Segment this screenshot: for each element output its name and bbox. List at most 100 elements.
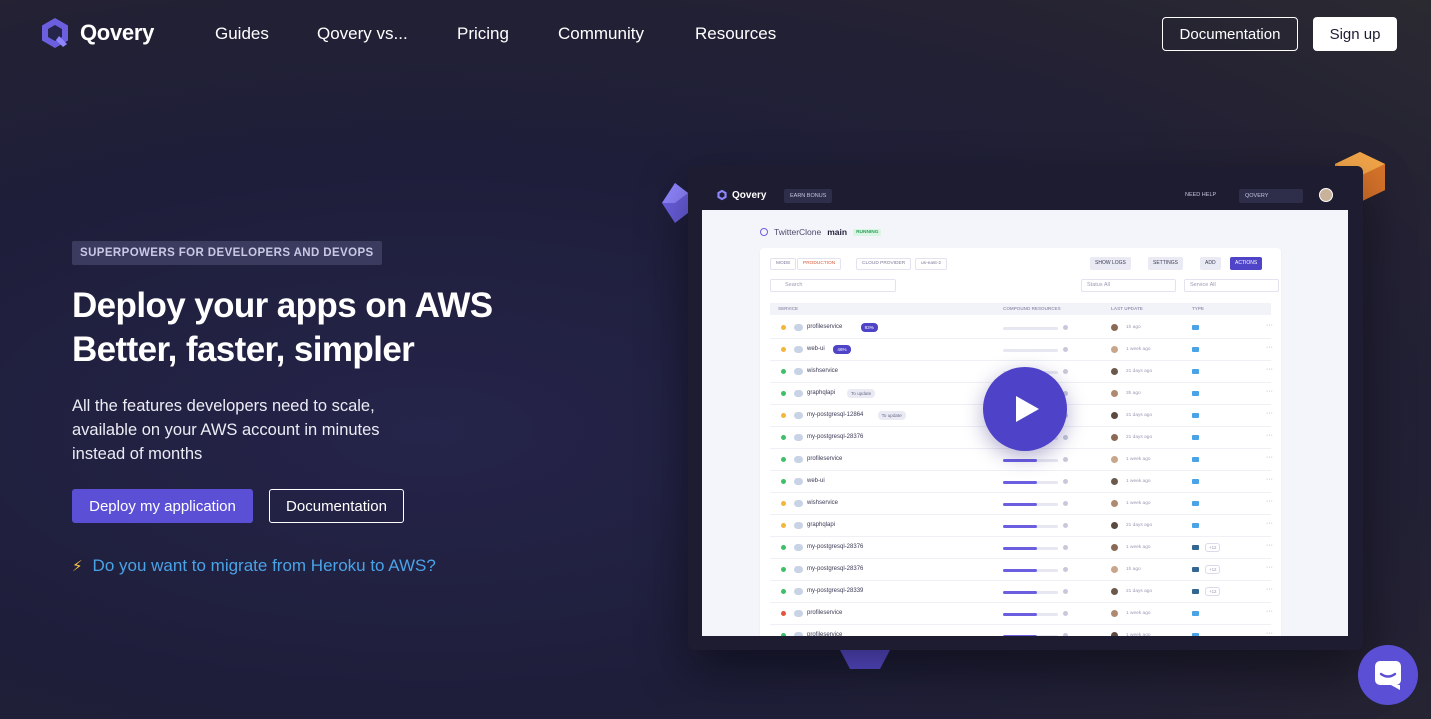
- status-dot: [781, 611, 786, 616]
- service-name: wishservice: [807, 368, 839, 374]
- user-avatar: [1111, 368, 1118, 375]
- last-update-text: 1 week ago: [1126, 633, 1151, 636]
- service-name: profileservice: [807, 456, 843, 462]
- last-update-text: 1 week ago: [1126, 545, 1151, 550]
- migrate-heroku-link[interactable]: Do you want to migrate from Heroku to AW…: [93, 556, 436, 576]
- resource-bar-fill: [1003, 503, 1038, 506]
- signup-button[interactable]: Sign up: [1313, 17, 1397, 51]
- more-options-icon: ···: [1266, 564, 1273, 571]
- service-icon: [794, 632, 803, 636]
- service-icon: [794, 456, 803, 463]
- chat-widget-button[interactable]: [1358, 645, 1418, 705]
- extra-count-badge: +12: [1205, 565, 1221, 574]
- user-avatar: [1111, 610, 1118, 617]
- nav-link-qovery-vs[interactable]: Qovery vs...: [317, 24, 408, 44]
- service-icon: [794, 566, 803, 573]
- documentation-button[interactable]: Documentation: [269, 489, 404, 523]
- service-row: profileservice 93% 1h ago ···: [770, 317, 1273, 339]
- subtitle-line-3: instead of months: [72, 445, 203, 463]
- add-button: ADD: [1200, 257, 1221, 270]
- info-icon: [1063, 611, 1068, 616]
- more-options-icon: ···: [1266, 432, 1273, 439]
- user-avatar: [1111, 324, 1118, 331]
- breadcrumb-home-icon: [760, 228, 768, 236]
- info-icon: [1063, 479, 1068, 484]
- more-options-icon: ···: [1266, 454, 1273, 461]
- user-avatar: [1111, 500, 1118, 507]
- col-type: TYPE: [1192, 306, 1204, 311]
- service-type-icon: [1192, 391, 1199, 396]
- status-dot: [781, 545, 786, 550]
- info-icon: [1063, 589, 1068, 594]
- more-options-icon: ···: [1266, 388, 1273, 395]
- more-options-icon: ···: [1266, 410, 1273, 417]
- status-dot: [781, 325, 786, 330]
- service-row: profileservice 1 week ago ···: [770, 603, 1273, 625]
- running-status-badge: RUNNING: [853, 228, 882, 236]
- documentation-nav-button[interactable]: Documentation: [1162, 17, 1298, 51]
- nav-link-community[interactable]: Community: [558, 24, 644, 44]
- nav-link-resources[interactable]: Resources: [695, 24, 776, 44]
- last-update-text: 1 week ago: [1126, 501, 1151, 506]
- status-dot: [781, 457, 786, 462]
- user-avatar: [1111, 434, 1118, 441]
- to-update-badge: To update: [847, 389, 876, 398]
- status-dot: [781, 589, 786, 594]
- actions-button: ACTIONS: [1230, 257, 1263, 270]
- service-icon: [794, 588, 803, 595]
- service-icon: [794, 434, 803, 441]
- region-chip: us-east-2: [915, 258, 947, 270]
- more-options-icon: ···: [1266, 630, 1273, 636]
- mode-chip: MODE: [770, 258, 797, 270]
- last-update-text: 21 days ago: [1126, 523, 1153, 528]
- service-row: my-postgresql-28376 1h ago +12 ···: [770, 559, 1273, 581]
- resource-bar-fill: [1003, 613, 1038, 616]
- last-update-text: 1 week ago: [1126, 479, 1151, 484]
- info-icon: [1063, 567, 1068, 572]
- breadcrumb-project: TwitterClone: [774, 227, 822, 237]
- hero-subtitle: All the features developers need to scal…: [72, 394, 412, 466]
- resource-bar-fill: [1003, 547, 1038, 550]
- deploy-application-button[interactable]: Deploy my application: [72, 489, 253, 523]
- nav-link-pricing[interactable]: Pricing: [457, 24, 509, 44]
- info-icon: [1063, 347, 1068, 352]
- last-update-text: 21 days ago: [1126, 589, 1153, 594]
- to-update-badge: To update: [877, 411, 906, 420]
- logo-text: Qovery: [80, 20, 155, 45]
- resource-bar-fill: [1003, 635, 1038, 636]
- service-name: my-postgresql-28376: [807, 434, 864, 440]
- play-video-button[interactable]: [983, 367, 1067, 451]
- service-row: web-ui 1 week ago ···: [770, 471, 1273, 493]
- user-avatar: [1111, 346, 1118, 353]
- cloud-provider-chip: CLOUD PROVIDER: [856, 258, 912, 270]
- service-icon: [794, 610, 803, 617]
- service-type-icon: [1192, 501, 1199, 506]
- mockup-avatar: [1319, 188, 1333, 202]
- status-dot: [781, 435, 786, 440]
- service-type-icon: [1192, 589, 1199, 594]
- last-update-text: 3h ago: [1126, 391, 1141, 396]
- info-icon: [1063, 435, 1068, 440]
- service-icon: [794, 522, 803, 529]
- more-options-icon: ···: [1266, 608, 1273, 615]
- service-name: profileservice: [807, 610, 843, 616]
- need-help-menu: NEED HELP: [1185, 192, 1217, 198]
- show-logs-button: SHOW LOGS: [1090, 257, 1131, 270]
- nav-link-guides[interactable]: Guides: [215, 24, 269, 44]
- resource-bar-track: [1003, 327, 1058, 330]
- status-dot: [781, 523, 786, 528]
- qovery-logo[interactable]: Qovery: [38, 16, 154, 50]
- last-update-text: 1 week ago: [1126, 347, 1151, 352]
- more-options-icon: ···: [1266, 366, 1273, 373]
- service-icon: [794, 368, 803, 375]
- resource-bar-track: [1003, 349, 1058, 352]
- breadcrumb-environment: main: [827, 227, 848, 237]
- service-name: web-ui: [807, 346, 825, 352]
- mockup-logo: Qovery: [716, 189, 766, 201]
- resource-bar-fill: [1003, 569, 1038, 572]
- status-filter: Status All: [1081, 279, 1176, 292]
- service-row: wishservice 1 week ago ···: [770, 493, 1273, 515]
- user-avatar: [1111, 544, 1118, 551]
- service-name: my-postgresql-28339: [807, 588, 864, 594]
- col-last-update: LAST UPDATE: [1111, 306, 1143, 311]
